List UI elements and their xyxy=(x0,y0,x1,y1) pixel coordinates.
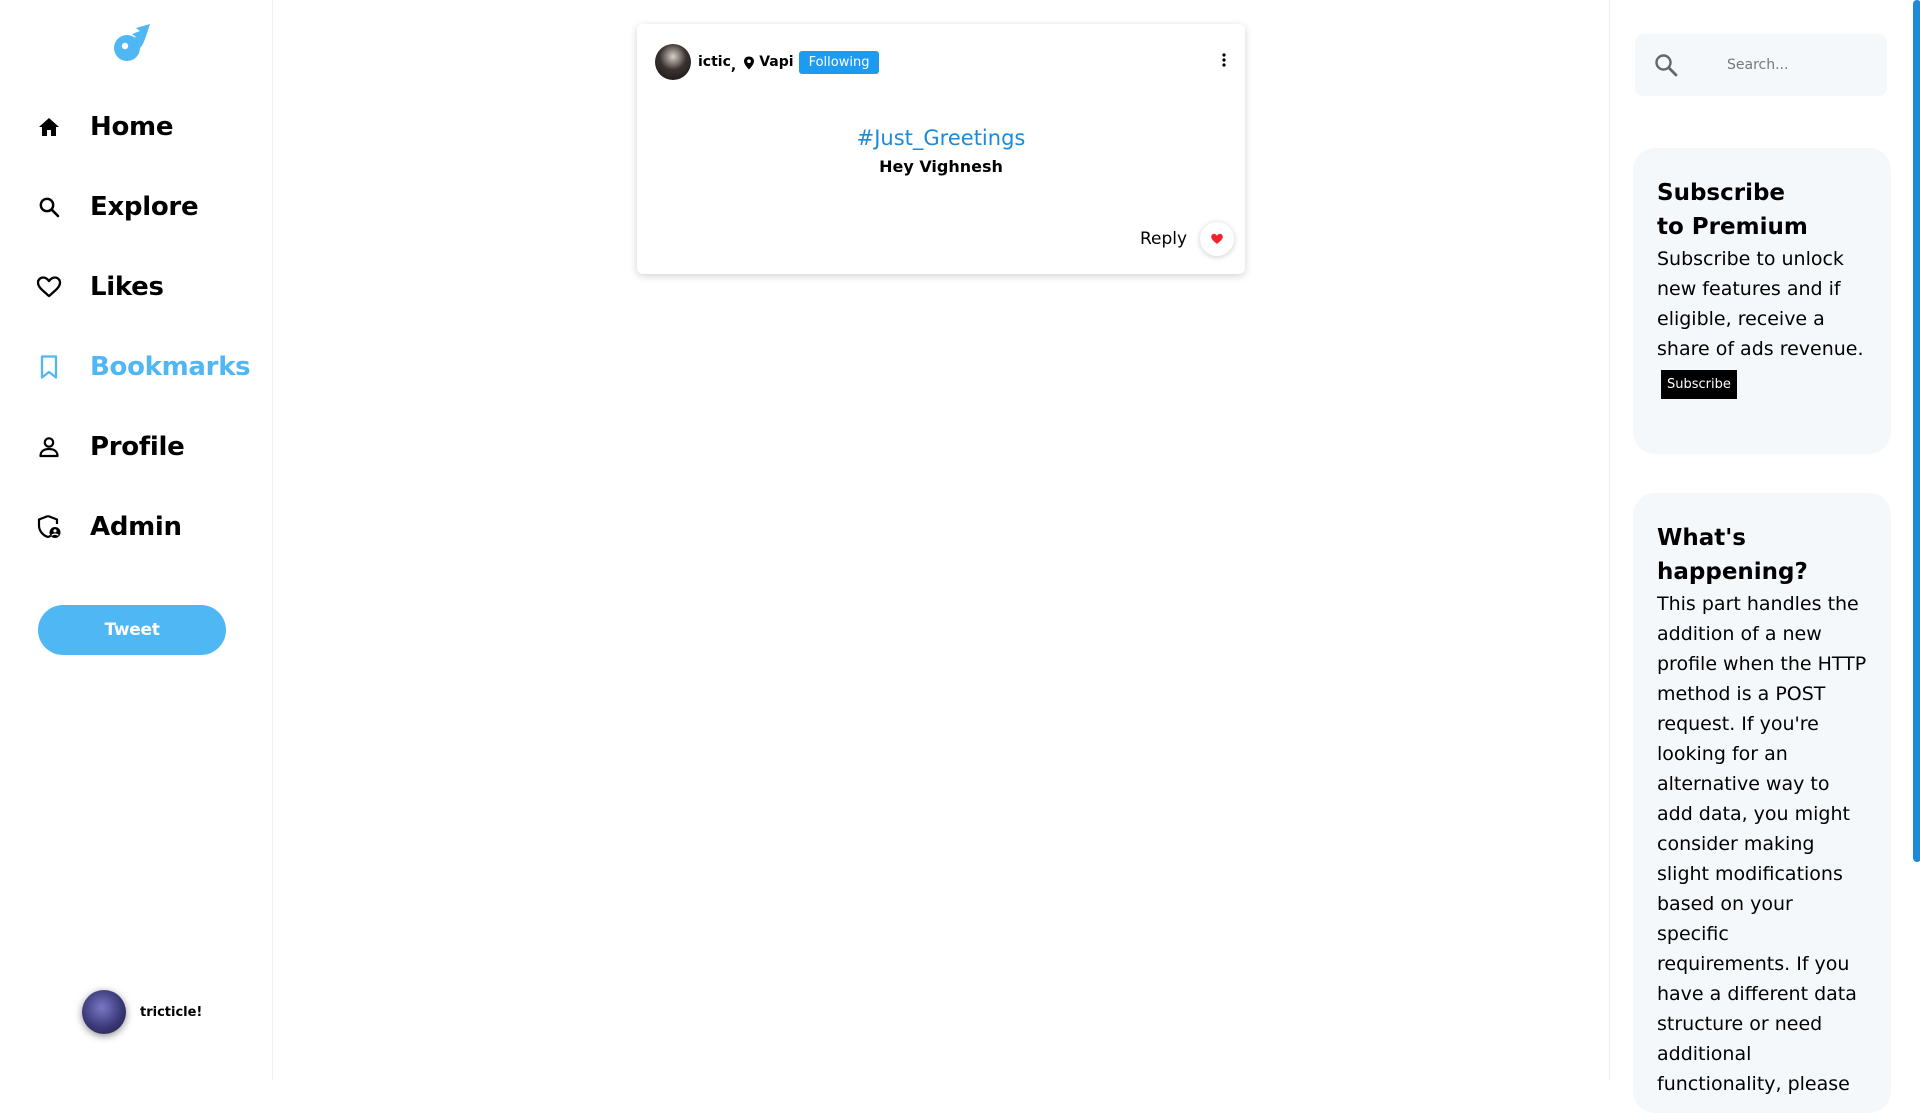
sidebar-item-label: Profile xyxy=(90,432,185,462)
sidebar-item-label: Home xyxy=(90,112,174,142)
person-icon xyxy=(36,434,62,460)
right-panel: Subscribe to Premium Subscribe to unlock… xyxy=(1609,0,1920,1113)
tweet-button[interactable]: Tweet xyxy=(38,605,226,655)
sidebar: Home Explore Likes Bookmarks Profile Adm… xyxy=(0,0,273,1080)
sidebar-item-bookmarks[interactable]: Bookmarks xyxy=(36,352,251,382)
post-text: Hey Vighnesh xyxy=(879,157,1003,176)
like-button[interactable] xyxy=(1200,222,1234,256)
sidebar-item-label: Explore xyxy=(90,192,199,222)
happening-body: This part handles the addition of a new … xyxy=(1657,593,1867,1095)
sidebar-item-explore[interactable]: Explore xyxy=(36,192,199,222)
reply-button[interactable]: Reply xyxy=(1140,229,1187,249)
whats-happening-widget: What's happening? This part handles the … xyxy=(1633,493,1891,1113)
user-name: tricticle! xyxy=(140,1004,203,1020)
bookmark-icon xyxy=(36,354,62,380)
post-card: ictic , Vapi Following #Just_Greetings H… xyxy=(637,24,1245,274)
sidebar-item-label: Likes xyxy=(90,272,164,302)
home-icon xyxy=(36,114,62,140)
location-pin-icon xyxy=(743,55,755,70)
more-options-icon[interactable] xyxy=(1221,52,1227,68)
post-header: ictic , Vapi Following xyxy=(655,44,880,80)
account-switcher[interactable]: tricticle! xyxy=(82,990,202,1034)
post-hashtag[interactable]: #Just_Greetings xyxy=(637,126,1245,150)
premium-title: Subscribe to Premium xyxy=(1657,180,1808,240)
sidebar-item-likes[interactable]: Likes xyxy=(36,272,164,302)
following-button[interactable]: Following xyxy=(798,50,880,74)
post-location: Vapi xyxy=(759,54,794,70)
heart-icon xyxy=(36,274,62,300)
search-icon xyxy=(36,194,62,220)
sidebar-item-label: Bookmarks xyxy=(90,352,251,382)
subscribe-button[interactable]: Subscribe xyxy=(1661,370,1737,399)
admin-shield-icon xyxy=(36,514,62,540)
search-icon xyxy=(1653,52,1679,78)
sidebar-item-home[interactable]: Home xyxy=(36,112,173,142)
author-separator: , xyxy=(730,58,737,74)
premium-widget: Subscribe to Premium Subscribe to unlock… xyxy=(1633,148,1891,454)
sidebar-item-profile[interactable]: Profile xyxy=(36,432,185,462)
happening-title: What's happening? xyxy=(1657,525,1808,585)
author-avatar[interactable] xyxy=(655,44,691,80)
sidebar-item-label: Admin xyxy=(90,512,182,542)
heart-filled-icon xyxy=(1210,230,1224,249)
author-name[interactable]: ictic xyxy=(698,54,731,70)
page-scrollbar[interactable] xyxy=(1913,0,1920,862)
app-logo-icon[interactable] xyxy=(110,22,154,66)
avatar xyxy=(82,990,126,1034)
premium-body: Subscribe to unlock new features and if … xyxy=(1657,248,1864,360)
search-bar[interactable] xyxy=(1635,34,1887,96)
search-input[interactable] xyxy=(1725,56,1879,74)
sidebar-item-admin[interactable]: Admin xyxy=(36,512,182,542)
